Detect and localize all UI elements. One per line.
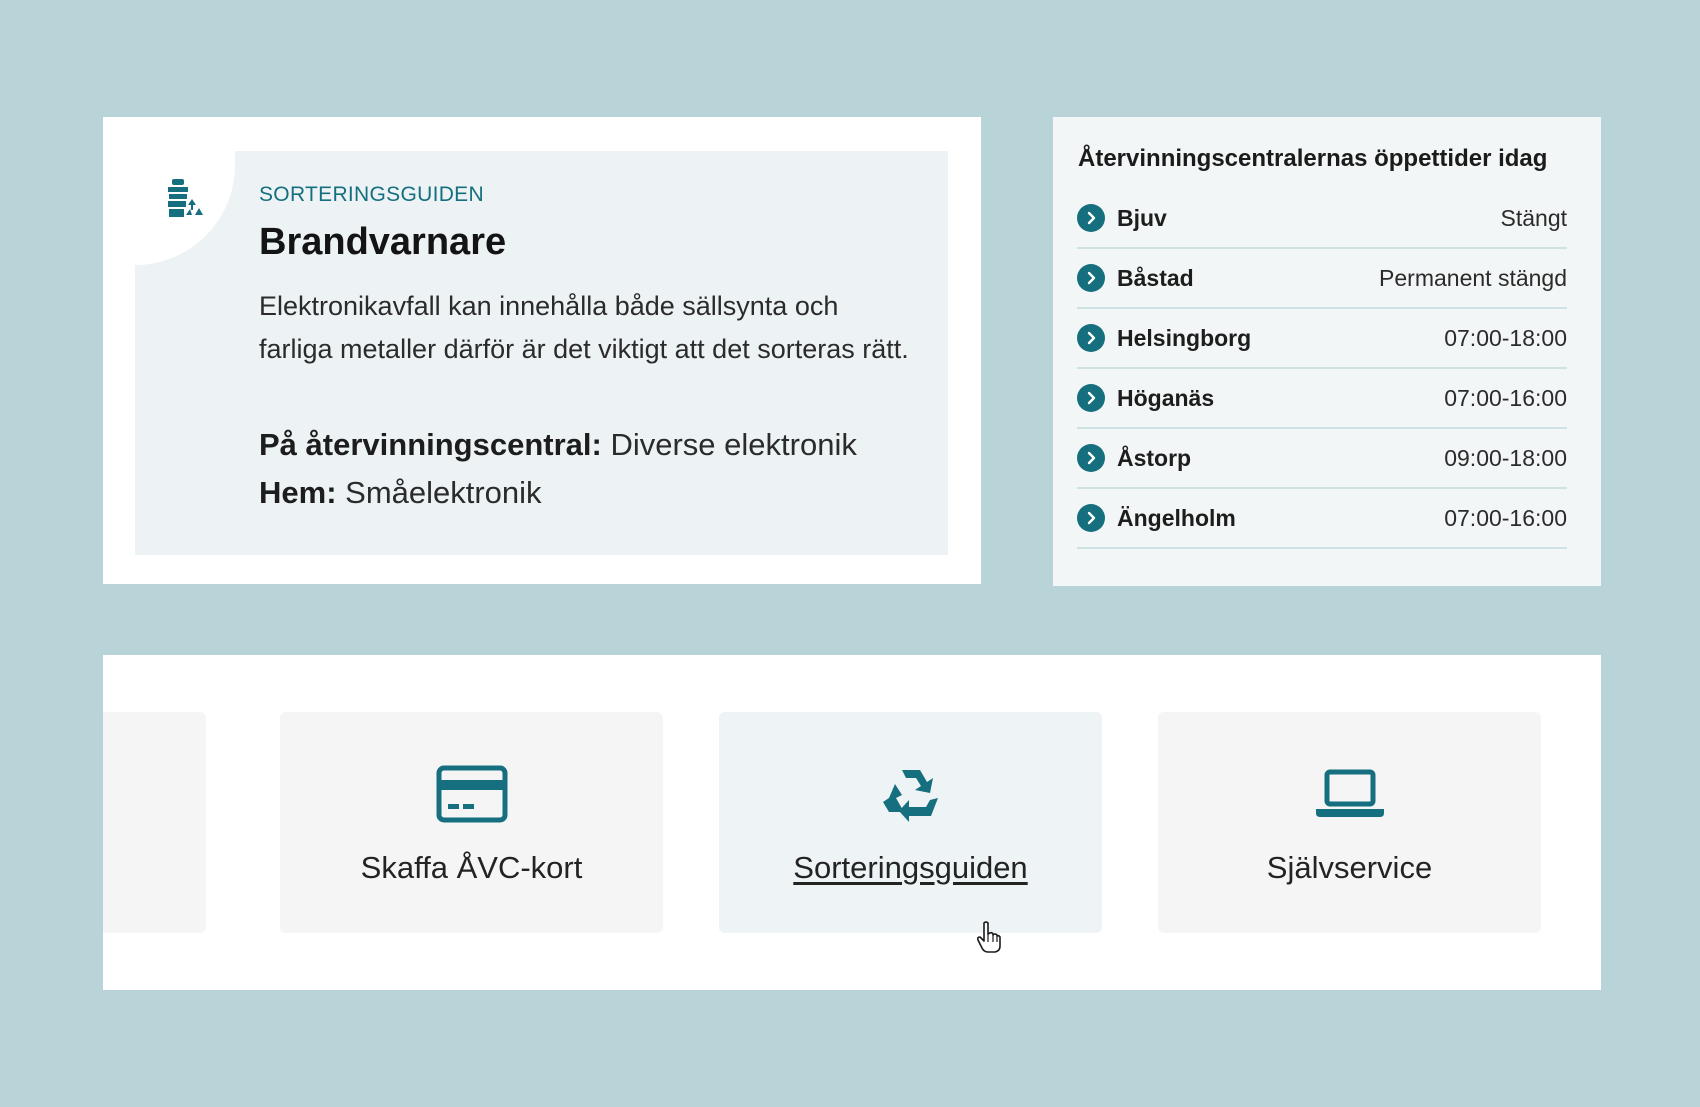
hours-row-bjuv[interactable]: Bjuv Stängt <box>1077 189 1567 249</box>
station-hours: 07:00-16:00 <box>1444 504 1567 531</box>
opening-hours-panel: Återvinningscentralernas öppettider idag… <box>1053 117 1601 586</box>
hours-row-angelholm[interactable]: Ängelholm 07:00-16:00 <box>1077 489 1567 549</box>
hours-row-left: Höganäs <box>1077 384 1214 412</box>
hours-row-left: Bjuv <box>1077 204 1167 232</box>
sorting-bin-recycle-icon <box>168 179 203 217</box>
station-name: Helsingborg <box>1117 324 1252 351</box>
hand-pointer-icon <box>976 921 1001 953</box>
quick-link-tile-partial[interactable] <box>103 712 206 933</box>
quick-link-sorting-guide[interactable]: Sorteringsguiden <box>719 712 1102 933</box>
hours-row-left: Åstorp <box>1077 444 1191 472</box>
guide-recycling-center-row: På återvinningscentral: Diverse elektron… <box>259 427 857 463</box>
chevron-right-icon <box>1077 324 1105 352</box>
station-name: Bjuv <box>1117 204 1167 231</box>
recycling-center-value: Diverse elektronik <box>610 427 857 462</box>
guide-description: Elektronikavfall kan innehålla både säll… <box>259 291 909 364</box>
hours-row-astorp[interactable]: Åstorp 09:00-18:00 <box>1077 429 1567 489</box>
recycling-center-label: På återvinningscentral: <box>259 427 602 462</box>
chevron-right-icon <box>1077 264 1105 292</box>
hours-row-left: Båstad <box>1077 264 1194 292</box>
chevron-right-icon <box>1077 504 1105 532</box>
station-name: Åstorp <box>1117 444 1192 471</box>
hours-row-hoganas[interactable]: Höganäs 07:00-16:00 <box>1077 369 1567 429</box>
chevron-right-icon <box>1077 444 1105 472</box>
laptop-icon <box>1315 769 1384 817</box>
station-hours: Permanent stängd <box>1379 264 1567 291</box>
chevron-right-icon <box>1077 204 1105 232</box>
home-value: Småelektronik <box>345 475 542 510</box>
quick-link-label: Sorteringsguiden <box>793 850 1028 885</box>
guide-title: Brandvarnare <box>259 221 507 263</box>
station-name: Höganäs <box>1117 384 1215 411</box>
quick-link-label: Självservice <box>1266 850 1433 885</box>
hours-row-helsingborg[interactable]: Helsingborg 07:00-18:00 <box>1077 309 1567 369</box>
opening-hours-list: Bjuv Stängt Båstad Permanent stängd Hels… <box>1077 189 1567 549</box>
hours-row-left: Helsingborg <box>1077 324 1251 352</box>
station-hours: 09:00-18:00 <box>1444 444 1567 471</box>
hours-row-left: Ängelholm <box>1077 504 1236 532</box>
quick-links-section: Skaffa ÅVC-kort Sorteringsguiden Självse… <box>103 655 1601 990</box>
guide-home-row: Hem: Småelektronik <box>259 475 542 511</box>
station-hours: Stängt <box>1500 204 1568 231</box>
quick-link-avc-card[interactable]: Skaffa ÅVC-kort <box>280 712 663 933</box>
sorting-guide-card: SORTERINGSGUIDEN Brandvarnare Elektronik… <box>103 117 981 584</box>
card-icon <box>436 765 507 823</box>
station-name: Båstad <box>1117 264 1194 291</box>
station-hours: 07:00-18:00 <box>1444 324 1567 351</box>
station-hours: 07:00-16:00 <box>1444 384 1567 411</box>
station-name: Ängelholm <box>1117 504 1236 531</box>
quick-link-label: Skaffa ÅVC-kort <box>360 850 583 885</box>
guide-kicker: SORTERINGSGUIDEN <box>259 183 484 206</box>
home-label: Hem: <box>259 475 337 510</box>
opening-hours-title: Återvinningscentralernas öppettider idag <box>1078 145 1548 172</box>
quick-link-self-service[interactable]: Självservice <box>1158 712 1541 933</box>
recycle-icon <box>882 770 938 822</box>
hours-row-bastad[interactable]: Båstad Permanent stängd <box>1077 249 1567 309</box>
sorting-guide-panel: SORTERINGSGUIDEN Brandvarnare Elektronik… <box>135 151 948 555</box>
chevron-right-icon <box>1077 384 1105 412</box>
